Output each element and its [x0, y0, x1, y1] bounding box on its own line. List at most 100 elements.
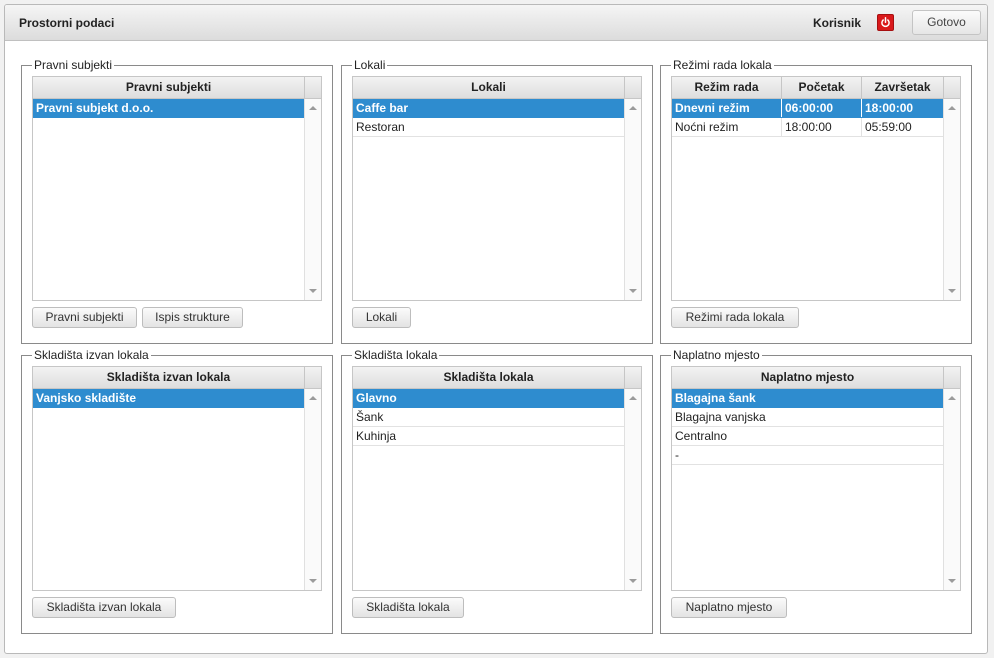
payment-point-legend: Naplatno mjesto: [671, 348, 762, 362]
venue-storage-legend: Skladišta lokala: [352, 348, 440, 362]
column-header-start[interactable]: Početak: [782, 77, 862, 98]
table-body: Blagajna šank Blagajna vanjska Centralno…: [672, 389, 943, 465]
table-cell: Blagajna vanjska: [675, 410, 766, 424]
external-storage-table[interactable]: Skladišta izvan lokala Vanjsko skladište: [32, 366, 322, 591]
scroll-up-icon[interactable]: [629, 106, 637, 110]
user-label[interactable]: Korisnik: [813, 16, 861, 30]
header-corner: [943, 367, 960, 389]
scroll-up-icon[interactable]: [948, 106, 956, 110]
venues-button[interactable]: Lokali: [352, 307, 411, 328]
column-header[interactable]: Lokali: [353, 77, 624, 98]
operating-modes-table[interactable]: Režim rada Početak Završetak Dnevni reži…: [671, 76, 961, 301]
table-header: Pravni subjekti: [33, 77, 304, 99]
page-title: Prostorni podaci: [19, 16, 115, 30]
table-header: Skladišta lokala: [353, 367, 624, 389]
external-storage-legend: Skladišta izvan lokala: [32, 348, 151, 362]
vertical-scrollbar[interactable]: [624, 389, 641, 590]
scroll-down-icon[interactable]: [629, 579, 637, 583]
table-row[interactable]: Noćni režim 18:00:00 05:59:00: [672, 118, 943, 137]
payment-point-button[interactable]: Naplatno mjesto: [671, 597, 787, 618]
payment-point-table[interactable]: Naplatno mjesto Blagajna šank Blagajna v…: [671, 366, 961, 591]
table-cell: Šank: [356, 410, 384, 424]
operating-modes-legend: Režimi rada lokala: [671, 58, 774, 72]
scroll-up-icon[interactable]: [629, 396, 637, 400]
table-cell: -: [675, 448, 679, 462]
venues-table[interactable]: Lokali Caffe bar Restoran: [352, 76, 642, 301]
external-storage-button[interactable]: Skladišta izvan lokala: [32, 597, 176, 618]
venues-legend: Lokali: [352, 58, 388, 72]
table-body: Pravni subjekt d.o.o.: [33, 99, 304, 118]
table-cell: Glavno: [356, 391, 397, 405]
header-corner: [304, 367, 321, 389]
table-cell: Centralno: [675, 429, 728, 443]
table-body: Glavno Šank Kuhinja: [353, 389, 624, 446]
table-row[interactable]: Centralno: [672, 427, 943, 446]
scroll-up-icon[interactable]: [309, 106, 317, 110]
column-header[interactable]: Naplatno mjesto: [672, 367, 943, 388]
power-icon[interactable]: [877, 14, 894, 31]
column-header-end[interactable]: Završetak: [862, 77, 943, 98]
venues-panel: Lokali Lokali Caffe bar Restoran Lokali: [341, 58, 653, 344]
vertical-scrollbar[interactable]: [943, 99, 960, 300]
operating-modes-button[interactable]: Režimi rada lokala: [671, 307, 799, 328]
scroll-up-icon[interactable]: [948, 396, 956, 400]
table-row[interactable]: Glavno: [353, 389, 624, 408]
scroll-up-icon[interactable]: [309, 396, 317, 400]
legal-entities-table[interactable]: Pravni subjekti Pravni subjekt d.o.o.: [32, 76, 322, 301]
scroll-down-icon[interactable]: [309, 579, 317, 583]
title-bar: Prostorni podaci Korisnik Gotovo: [5, 5, 987, 41]
table-header: Naplatno mjesto: [672, 367, 943, 389]
table-row[interactable]: Šank: [353, 408, 624, 427]
table-cell: Kuhinja: [356, 429, 397, 443]
table-cell: Blagajna šank: [675, 391, 756, 405]
legal-entities-panel: Pravni subjekti Pravni subjekti Pravni s…: [21, 58, 333, 344]
table-cell: Noćni režim: [672, 118, 782, 136]
table-body: Vanjsko skladište: [33, 389, 304, 408]
table-row[interactable]: Caffe bar: [353, 99, 624, 118]
header-corner: [624, 367, 641, 389]
payment-point-panel: Naplatno mjesto Naplatno mjesto Blagajna…: [660, 348, 972, 634]
legal-entities-button[interactable]: Pravni subjekti: [32, 307, 137, 328]
table-row[interactable]: -: [672, 446, 943, 465]
table-row[interactable]: Blagajna šank: [672, 389, 943, 408]
table-row[interactable]: Restoran: [353, 118, 624, 137]
done-button[interactable]: Gotovo: [912, 10, 981, 35]
column-header[interactable]: Pravni subjekti: [33, 77, 304, 98]
vertical-scrollbar[interactable]: [624, 99, 641, 300]
venue-storage-panel: Skladišta lokala Skladišta lokala Glavno…: [341, 348, 653, 634]
vertical-scrollbar[interactable]: [304, 389, 321, 590]
table-cell: Restoran: [356, 120, 405, 134]
table-cell: 05:59:00: [865, 120, 912, 134]
table-row[interactable]: Kuhinja: [353, 427, 624, 446]
vertical-scrollbar[interactable]: [304, 99, 321, 300]
column-header[interactable]: Skladišta lokala: [353, 367, 624, 388]
table-header: Lokali: [353, 77, 624, 99]
table-cell: 18:00:00: [865, 101, 914, 115]
header-corner: [943, 77, 960, 99]
vertical-scrollbar[interactable]: [943, 389, 960, 590]
external-storage-panel: Skladišta izvan lokala Skladišta izvan l…: [21, 348, 333, 634]
scroll-down-icon[interactable]: [948, 289, 956, 293]
table-header: Skladišta izvan lokala: [33, 367, 304, 389]
scroll-down-icon[interactable]: [629, 289, 637, 293]
header-corner: [624, 77, 641, 99]
scroll-down-icon[interactable]: [948, 579, 956, 583]
venue-storage-button[interactable]: Skladišta lokala: [352, 597, 464, 618]
table-row[interactable]: Vanjsko skladište: [33, 389, 304, 408]
column-header[interactable]: Skladišta izvan lokala: [33, 367, 304, 388]
table-row[interactable]: Blagajna vanjska: [672, 408, 943, 427]
print-structure-button[interactable]: Ispis strukture: [142, 307, 243, 328]
venue-storage-table[interactable]: Skladišta lokala Glavno Šank Kuhinja: [352, 366, 642, 591]
table-cell: Dnevni režim: [672, 99, 782, 117]
column-header-mode[interactable]: Režim rada: [672, 77, 782, 98]
table-body: Caffe bar Restoran: [353, 99, 624, 137]
header-corner: [304, 77, 321, 99]
operating-modes-panel: Režimi rada lokala Režim rada Početak Za…: [660, 58, 972, 344]
table-row[interactable]: Pravni subjekt d.o.o.: [33, 99, 304, 118]
table-header: Režim rada Početak Završetak: [672, 77, 943, 99]
scroll-down-icon[interactable]: [309, 289, 317, 293]
legal-entities-legend: Pravni subjekti: [32, 58, 115, 72]
table-row[interactable]: Dnevni režim 06:00:00 18:00:00: [672, 99, 943, 118]
table-cell: Vanjsko skladište: [36, 391, 137, 405]
table-cell: Pravni subjekt d.o.o.: [36, 101, 154, 115]
